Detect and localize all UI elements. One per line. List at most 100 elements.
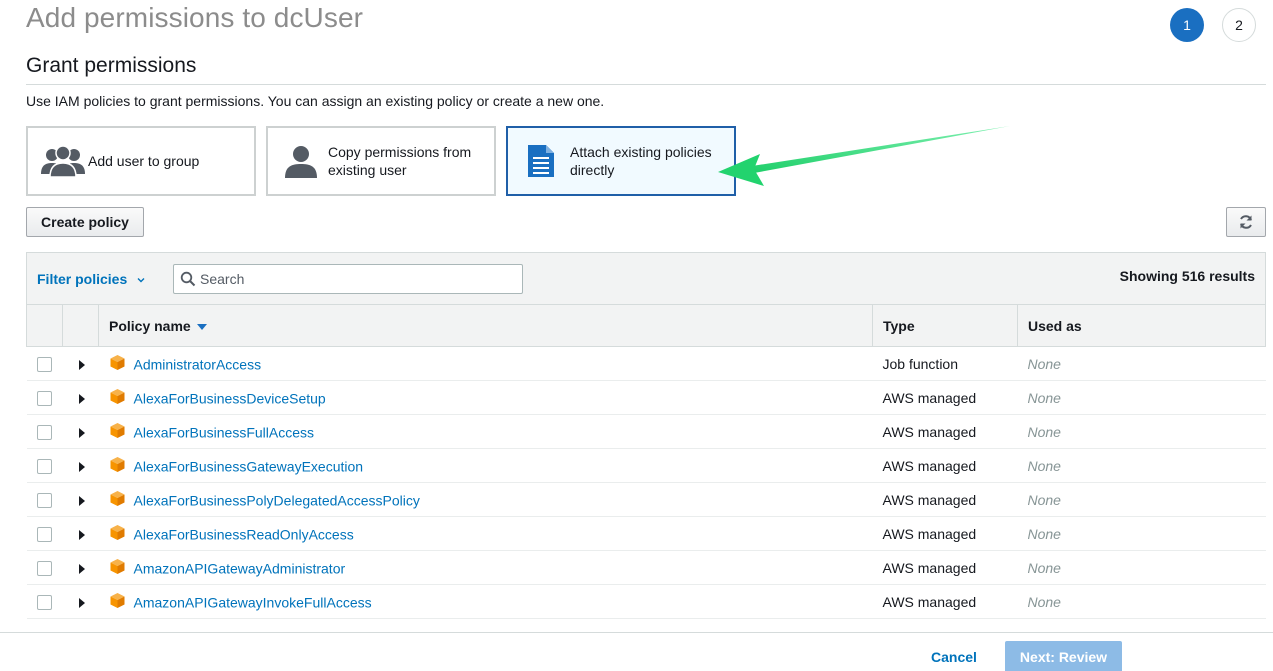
policy-name-cell: AmazonAPIGatewayAdministrator xyxy=(99,551,873,585)
option-add-user-to-group[interactable]: Add user to group xyxy=(26,126,256,196)
row-expand-cell xyxy=(63,381,99,415)
policy-name-cell: AlexaForBusinessFullAccess xyxy=(99,415,873,449)
expand-triangle-icon[interactable] xyxy=(78,359,85,370)
row-expand-cell xyxy=(63,415,99,449)
header-select-column xyxy=(26,304,63,347)
user-icon xyxy=(285,146,317,178)
step-2-indicator[interactable]: 2 xyxy=(1222,8,1256,42)
row-select-cell xyxy=(27,517,63,551)
policy-used-as-cell: None xyxy=(1027,491,1061,508)
annotation-arrow-icon xyxy=(718,126,1010,186)
row-checkbox[interactable] xyxy=(36,594,52,610)
policy-box-icon xyxy=(110,524,124,540)
policy-box-icon xyxy=(110,592,124,608)
refresh-icon xyxy=(1240,215,1252,229)
policy-table: Policy name Type Used as AdministratorAc… xyxy=(26,304,1266,619)
section-divider xyxy=(26,84,1266,85)
table-row: AmazonAPIGatewayInvokeFullAccess AWS mana… xyxy=(26,585,1266,619)
policy-name-cell: AdministratorAccess xyxy=(99,347,873,381)
refresh-button[interactable] xyxy=(1226,207,1266,237)
policy-box-icon xyxy=(110,422,124,438)
document-icon xyxy=(528,145,554,177)
policy-used-as-cell: None xyxy=(1027,593,1061,610)
row-select-cell xyxy=(27,585,63,619)
policy-name-link[interactable]: AlexaForBusinessFullAccess xyxy=(134,424,315,440)
policy-name-cell: AlexaForBusinessDeviceSetup xyxy=(99,381,873,415)
policy-name-cell: AlexaForBusinessPolyDelegatedAccessPolic… xyxy=(99,483,873,517)
search-icon xyxy=(180,271,196,287)
policy-name-cell: AlexaForBusinessReadOnlyAccess xyxy=(99,517,873,551)
policy-name-link[interactable]: AmazonAPIGatewayInvokeFullAccess xyxy=(134,594,372,610)
row-checkbox[interactable] xyxy=(36,492,52,508)
cancel-button[interactable]: Cancel xyxy=(931,649,977,665)
row-checkbox[interactable] xyxy=(36,424,52,440)
expand-triangle-icon[interactable] xyxy=(78,427,85,438)
policy-name-link[interactable]: AlexaForBusinessReadOnlyAccess xyxy=(134,526,354,542)
policy-type-cell: AWS managed xyxy=(882,593,977,610)
option-attach-policies[interactable]: Attach existing policies directly xyxy=(506,126,736,196)
row-select-cell xyxy=(27,347,63,381)
expand-triangle-icon[interactable] xyxy=(78,529,85,540)
table-row: AlexaForBusinessPolyDelegatedAccessPolic… xyxy=(26,483,1266,517)
policy-name-link[interactable]: AdministratorAccess xyxy=(134,356,262,372)
expand-triangle-icon[interactable] xyxy=(78,563,85,574)
policy-box-icon xyxy=(110,354,124,370)
row-select-cell xyxy=(27,449,63,483)
policy-type-cell: AWS managed xyxy=(882,491,977,508)
policy-name-link[interactable]: AmazonAPIGatewayAdministrator xyxy=(134,560,346,576)
filter-policies-dropdown[interactable]: Filter policies xyxy=(37,271,145,287)
create-policy-button[interactable]: Create policy xyxy=(26,207,144,237)
policy-name-link[interactable]: AlexaForBusinessDeviceSetup xyxy=(134,390,326,406)
results-count: Showing 516 results xyxy=(1119,268,1255,284)
expand-triangle-icon[interactable] xyxy=(78,495,85,506)
filter-label: Filter policies xyxy=(37,271,128,287)
filter-bar: Filter policies Showing 516 results xyxy=(26,252,1266,304)
policy-type-cell: AWS managed xyxy=(882,457,977,474)
next-review-button[interactable]: Next: Review xyxy=(1005,641,1122,671)
policy-box-icon xyxy=(110,388,124,404)
step-1-indicator[interactable]: 1 xyxy=(1170,8,1204,42)
expand-triangle-icon[interactable] xyxy=(78,461,85,472)
row-checkbox[interactable] xyxy=(36,390,52,406)
users-group-icon xyxy=(41,145,85,178)
header-expand-column xyxy=(62,304,99,347)
policy-type-cell: AWS managed xyxy=(882,423,977,440)
policy-type-cell: Job function xyxy=(882,355,959,372)
expand-triangle-icon[interactable] xyxy=(78,597,85,608)
table-row: AlexaForBusinessFullAccess AWS managed Non… xyxy=(26,415,1266,449)
row-checkbox[interactable] xyxy=(36,560,52,576)
sort-desc-icon xyxy=(196,323,207,330)
policy-type-cell: AWS managed xyxy=(882,559,977,576)
section-description: Use IAM policies to grant permissions. Y… xyxy=(26,93,605,109)
row-select-cell xyxy=(27,415,63,449)
row-expand-cell xyxy=(63,551,99,585)
policy-used-as-cell: None xyxy=(1027,423,1061,440)
policy-box-icon xyxy=(110,490,124,506)
expand-triangle-icon[interactable] xyxy=(78,393,85,404)
row-expand-cell xyxy=(63,483,99,517)
row-expand-cell xyxy=(63,517,99,551)
search-input[interactable] xyxy=(200,267,510,291)
row-checkbox[interactable] xyxy=(36,356,52,372)
table-row: AlexaForBusinessGatewayExecution AWS mana… xyxy=(26,449,1266,483)
row-select-cell xyxy=(27,381,63,415)
option-label: Copy permissions from existing user xyxy=(328,144,472,178)
row-checkbox[interactable] xyxy=(36,526,52,542)
header-policy-name[interactable]: Policy name xyxy=(98,304,873,347)
option-label: Add user to group xyxy=(88,153,200,169)
row-select-cell xyxy=(27,483,63,517)
row-checkbox[interactable] xyxy=(36,458,52,474)
row-expand-cell xyxy=(63,347,99,381)
row-expand-cell xyxy=(63,585,99,619)
policy-type-cell: AWS managed xyxy=(882,525,977,542)
option-copy-permissions[interactable]: Copy permissions from existing user xyxy=(266,126,496,196)
policy-used-as-cell: None xyxy=(1027,525,1061,542)
search-field[interactable] xyxy=(173,264,523,294)
header-type: Type xyxy=(872,304,1018,347)
header-used-as: Used as xyxy=(1017,304,1266,347)
policy-name-link[interactable]: AlexaForBusinessPolyDelegatedAccessPolic… xyxy=(134,492,420,508)
policy-used-as-cell: None xyxy=(1027,457,1061,474)
policies-table: Filter policies Showing 516 results Poli… xyxy=(26,252,1266,619)
policy-name-link[interactable]: AlexaForBusinessGatewayExecution xyxy=(134,458,364,474)
policy-type-cell: AWS managed xyxy=(882,389,977,406)
